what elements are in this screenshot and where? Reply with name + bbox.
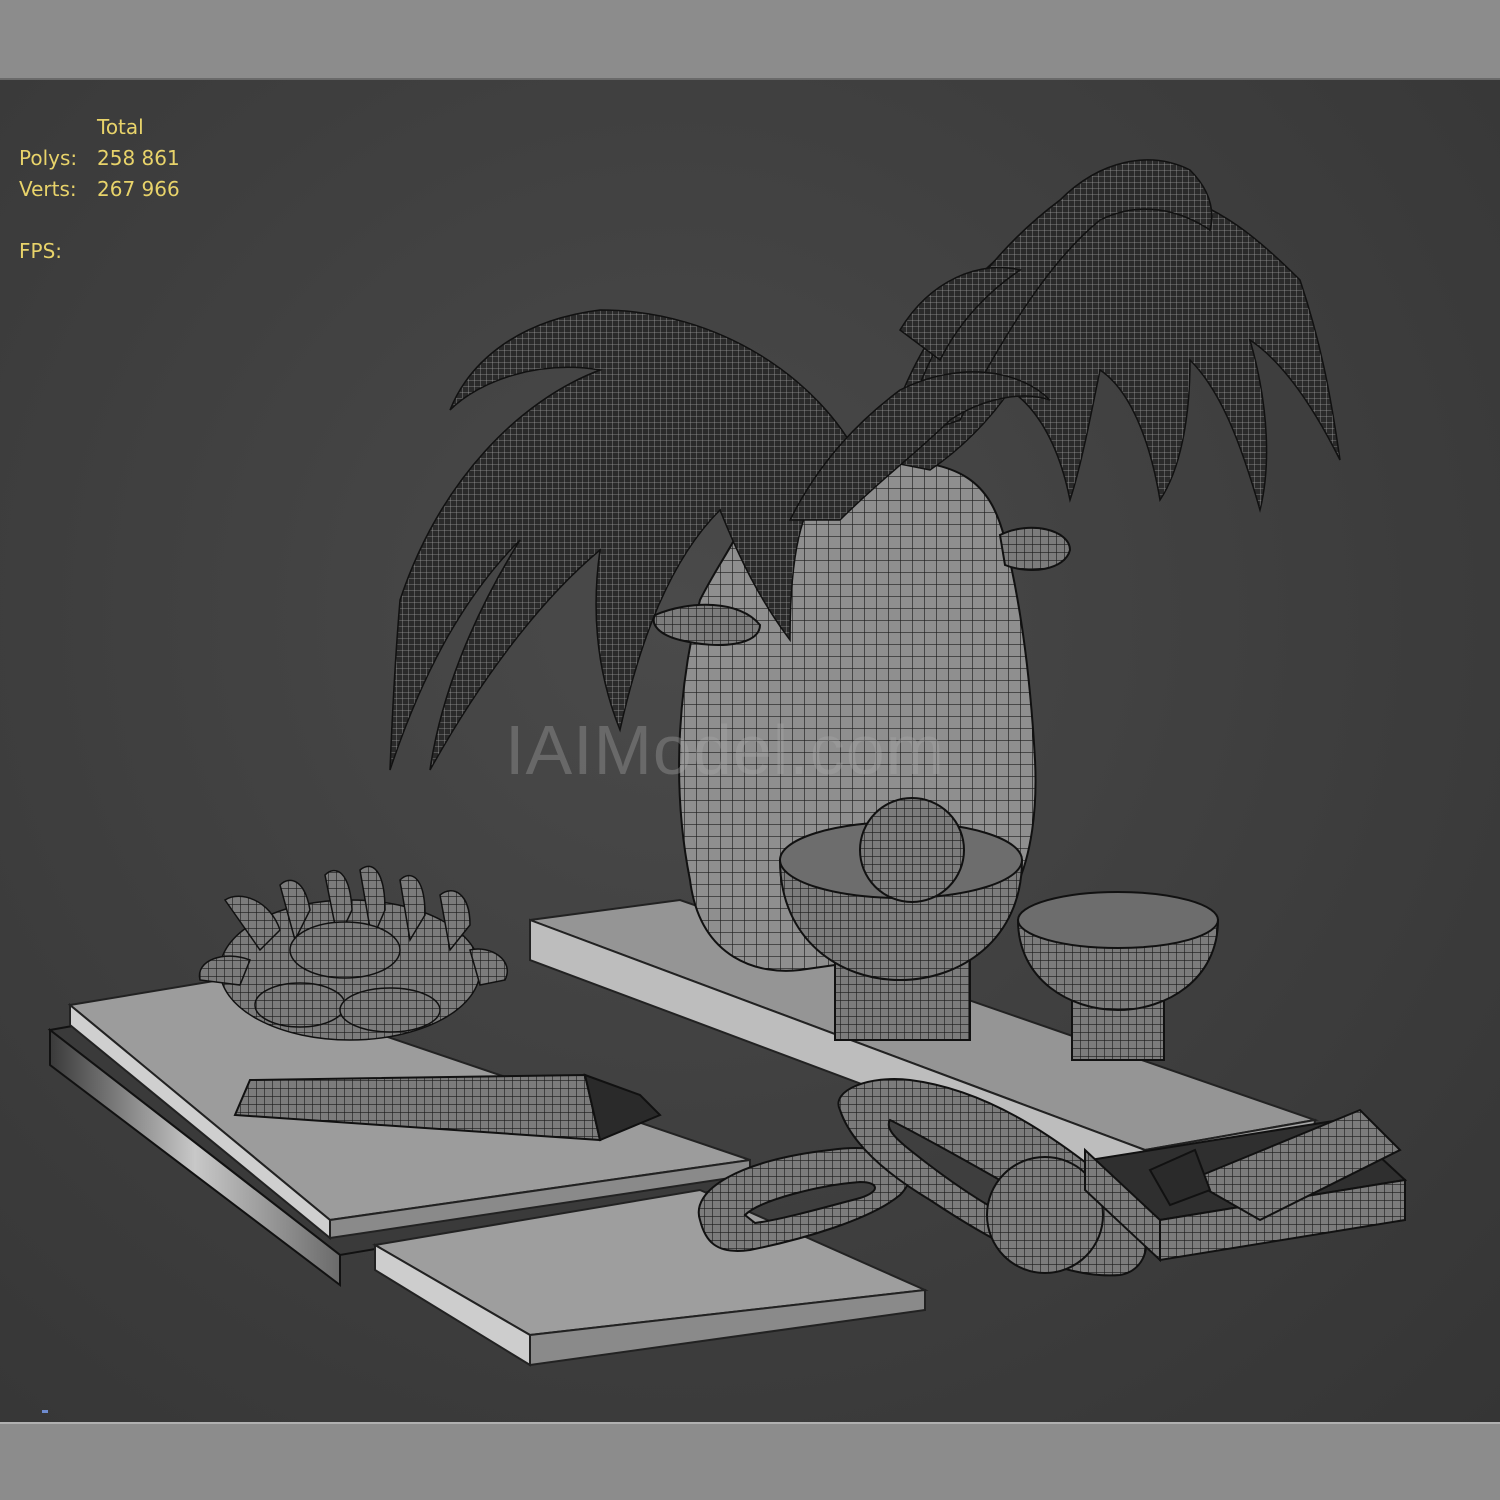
watermark-text: IAIModel.com: [505, 711, 945, 789]
polys-label: Polys:: [19, 146, 78, 170]
axis-gizmo-icon: [42, 1410, 48, 1413]
fps-label: FPS:: [19, 239, 62, 263]
verts-value: 267 966: [97, 177, 180, 201]
verts-label: Verts:: [19, 177, 77, 201]
app-frame: IAIModel.com Total Polys: 258 861 Verts:…: [0, 0, 1500, 1500]
polys-value: 258 861: [97, 146, 180, 170]
stats-total-header: Total: [97, 115, 144, 139]
3d-viewport[interactable]: IAIModel.com Total Polys: 258 861 Verts:…: [0, 78, 1500, 1424]
